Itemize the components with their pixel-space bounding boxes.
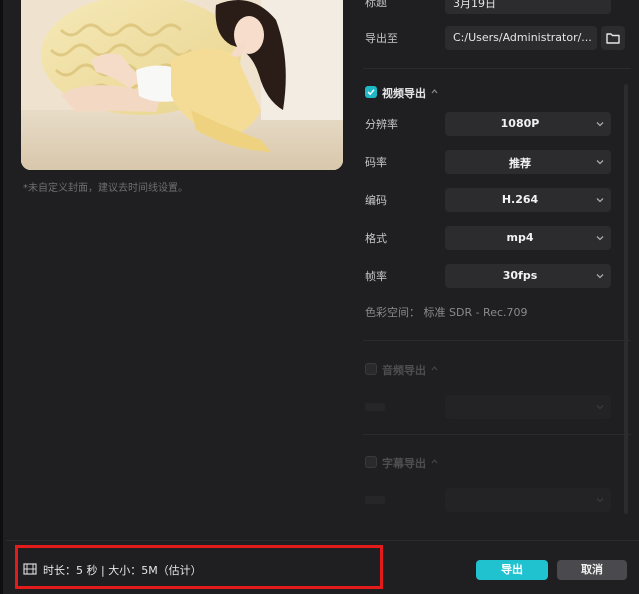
check-icon — [367, 89, 375, 96]
audio-format-label — [365, 403, 385, 411]
resolution-select[interactable]: 1080P — [445, 112, 611, 136]
codec-value: H.264 — [501, 193, 539, 206]
codec-label: 编码 — [365, 194, 387, 207]
framerate-row: 帧率 30fps — [363, 264, 625, 288]
settings-scrollbar[interactable] — [624, 84, 628, 514]
cover-photo — [21, 0, 343, 170]
video-export-label: 视频导出 — [382, 87, 426, 100]
subtitle-export-label: 字幕导出 — [382, 457, 426, 470]
color-space-info: 色彩空间： 标准 SDR - Rec.709 — [365, 306, 528, 319]
divider — [363, 340, 631, 341]
format-row: 格式 mp4 — [363, 226, 625, 250]
subtitle-format-label — [365, 496, 385, 504]
export-path-row: 导出至 C:/Users/Administrator/... — [363, 26, 625, 50]
chevron-down-icon — [596, 274, 604, 279]
divider — [363, 68, 631, 69]
audio-export-label: 音频导出 — [382, 364, 426, 377]
video-export-toggle[interactable]: 视频导出 — [365, 84, 465, 102]
chevron-up-icon[interactable] — [431, 459, 438, 464]
chevron-down-icon — [596, 160, 604, 165]
title-label: 标题 — [365, 0, 387, 9]
cover-hint: *未自定义封面，建议去时间线设置。 — [23, 183, 188, 194]
codec-row: 编码 H.264 — [363, 188, 625, 212]
film-icon — [23, 563, 37, 575]
framerate-select[interactable]: 30fps — [445, 264, 611, 288]
framerate-value: 30fps — [502, 269, 538, 282]
resolution-label: 分辨率 — [365, 118, 398, 131]
bitrate-label: 码率 — [365, 156, 387, 169]
chevron-up-icon[interactable] — [431, 366, 438, 371]
audio-export-checkbox[interactable] — [365, 363, 377, 375]
export-to-label: 导出至 — [365, 32, 398, 45]
chevron-down-icon — [596, 236, 604, 241]
title-row: 标题 3月19日 — [363, 0, 625, 14]
settings-panel: 标题 3月19日 导出至 C:/Users/Administrator/... … — [363, 0, 631, 540]
resolution-row: 分辨率 1080P — [363, 112, 625, 136]
folder-icon — [606, 33, 620, 44]
export-path-input[interactable]: C:/Users/Administrator/... — [445, 26, 597, 50]
bitrate-value: 推荐 — [509, 157, 531, 170]
chevron-down-icon — [596, 122, 604, 127]
codec-select[interactable]: H.264 — [445, 188, 611, 212]
cover-preview[interactable] — [21, 0, 343, 170]
chevron-down-icon — [596, 198, 604, 203]
format-select[interactable]: mp4 — [445, 226, 611, 250]
footer-divider — [6, 540, 639, 541]
cancel-button[interactable]: 取消 — [557, 560, 627, 580]
subtitle-export-checkbox[interactable] — [365, 456, 377, 468]
bitrate-select[interactable]: 推荐 — [445, 150, 611, 174]
subtitle-format-select — [445, 488, 611, 512]
chevron-up-icon[interactable] — [431, 89, 438, 94]
audio-export-toggle[interactable]: 音频导出 — [365, 361, 465, 379]
format-value: mp4 — [506, 231, 534, 244]
title-input[interactable]: 3月19日 — [445, 0, 611, 14]
export-button[interactable]: 导出 — [476, 560, 548, 580]
framerate-label: 帧率 — [365, 270, 387, 283]
video-export-checkbox[interactable] — [365, 86, 377, 98]
divider — [363, 434, 631, 435]
export-dialog: *未自定义封面，建议去时间线设置。 标题 3月19日 导出至 C:/Users/… — [0, 0, 639, 594]
browse-folder-button[interactable] — [601, 26, 625, 50]
format-label: 格式 — [365, 232, 387, 245]
subtitle-export-toggle[interactable]: 字幕导出 — [365, 454, 465, 472]
resolution-value: 1080P — [500, 117, 540, 130]
duration-size-info: 时长：5 秒 | 大小：5M（估计） — [43, 564, 202, 577]
bitrate-row: 码率 推荐 — [363, 150, 625, 174]
chevron-down-icon — [596, 498, 604, 503]
audio-format-select — [445, 395, 611, 419]
chevron-down-icon — [596, 405, 604, 410]
